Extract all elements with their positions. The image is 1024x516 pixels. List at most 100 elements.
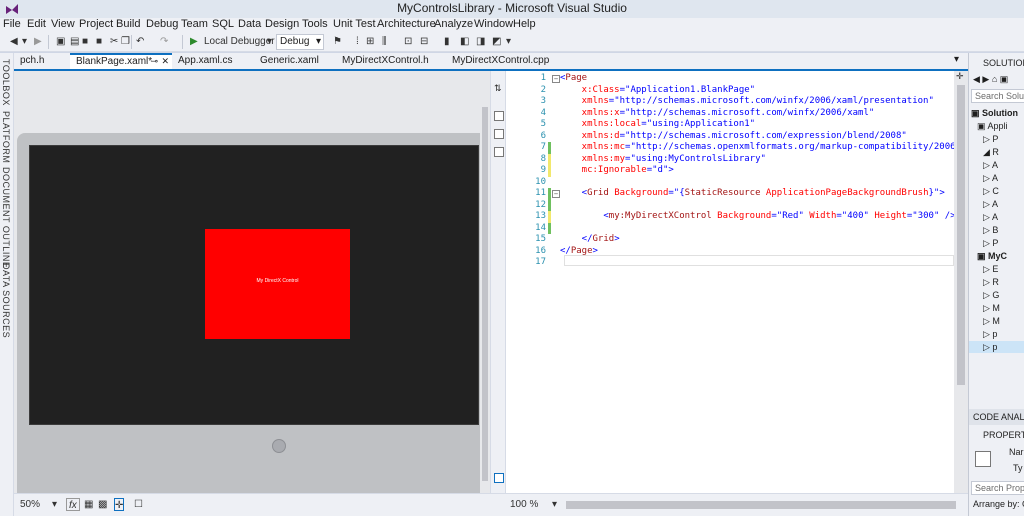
tab-mydirectxcontrol-h[interactable]: MyDirectXControl.h [336, 53, 446, 69]
back-icon[interactable]: ◀ [10, 35, 18, 49]
menu-build[interactable]: Build [116, 18, 140, 30]
save-all-icon[interactable]: ■ [96, 35, 102, 49]
menu-team[interactable]: Team [181, 18, 208, 30]
collapse-icon[interactable]: − [552, 75, 560, 83]
menu-unit-test[interactable]: Unit Test [333, 18, 376, 30]
menu-design[interactable]: Design [265, 18, 299, 30]
close-icon[interactable]: ✕ [161, 55, 169, 68]
effects-toggle-button[interactable]: fx [66, 498, 80, 511]
menu-data[interactable]: Data [238, 18, 261, 30]
undo-icon[interactable]: ↶ [136, 35, 144, 49]
collapse-pane-icon[interactable] [494, 147, 504, 157]
editor-zoom-level[interactable]: 100 % [510, 498, 538, 511]
collapse-icon[interactable]: − [552, 190, 560, 198]
code-line[interactable]: </Grid> [560, 234, 620, 244]
solution-tree-item[interactable]: ▷ A [969, 159, 1024, 171]
code-line[interactable]: xmlns:x="http://schemas.microsoft.com/wi… [560, 108, 875, 118]
code-line[interactable]: <Grid Background="{StaticResource Applic… [560, 188, 945, 198]
dropdown-arrow-icon[interactable]: ▾ [22, 35, 27, 49]
editor-vertical-scrollbar[interactable]: ✛ [954, 71, 968, 493]
menu-sql[interactable]: SQL [212, 18, 234, 30]
solution-tree-item[interactable]: ▷ M [969, 302, 1024, 314]
solution-tree-item[interactable]: ▷ M [969, 315, 1024, 327]
bookmark-icon[interactable]: ▮ [444, 35, 450, 49]
solution-tree-item[interactable]: ▷ p [969, 328, 1024, 340]
solution-tree-item[interactable]: ▷ A [969, 211, 1024, 223]
dropdown-arrow-icon[interactable]: ▾ [552, 498, 557, 511]
code-line[interactable]: xmlns:my="using:MyControlsLibrary" [560, 154, 766, 164]
open-file-icon[interactable]: ▤ [70, 35, 79, 49]
mydirectxcontrol-preview[interactable]: My DirectX Control [205, 229, 350, 339]
xaml-designer-surface[interactable]: My DirectX Control [14, 71, 490, 516]
group-icon[interactable]: ⊡ [404, 35, 412, 49]
solution-tree-item[interactable]: ▷ E [969, 263, 1024, 275]
properties-search-input[interactable]: Search Prope [971, 481, 1024, 495]
menu-architecture[interactable]: Architecture [377, 18, 436, 30]
cut-icon[interactable]: ✂ [110, 35, 118, 49]
bookmark-next-icon[interactable]: ◨ [476, 35, 485, 49]
tab-pch-h[interactable]: pch.h [14, 53, 70, 69]
solution-tree-item[interactable]: ▷ A [969, 172, 1024, 184]
xaml-code-editor[interactable]: 1− <Page 2 x:Class="Application1.BlankPage… [506, 71, 961, 493]
solution-tree-item[interactable]: ▣ MyC [969, 250, 1024, 262]
tab-app-xaml-cs[interactable]: App.xaml.cs [172, 53, 254, 69]
code-line[interactable]: xmlns:mc="http://schemas.openxmlformats.… [560, 142, 961, 152]
menu-help[interactable]: Help [513, 18, 536, 30]
solution-tree-item[interactable]: ▷ P [969, 237, 1024, 249]
forward-icon[interactable]: ▶ [34, 35, 42, 49]
menu-analyze[interactable]: Analyze [434, 18, 473, 30]
code-line[interactable]: xmlns:d="http://schemas.microsoft.com/ex… [560, 131, 907, 141]
new-project-icon[interactable]: ▣ [56, 35, 65, 49]
designer-vertical-scrollbar[interactable] [480, 71, 490, 493]
menu-project[interactable]: Project [79, 18, 113, 30]
solution-config-select[interactable]: Debug ▾ [276, 34, 324, 50]
platform-tab[interactable]: PLATFORM [1, 111, 11, 163]
debug-target-dropdown-icon[interactable]: ▾ [267, 35, 272, 49]
solution-search-input[interactable]: Search Solution [971, 89, 1024, 103]
distribute-icon[interactable]: ⫼ [382, 35, 387, 49]
solution-tree-item[interactable]: ▣ Solution [969, 107, 1024, 119]
split-editor-icon[interactable]: ✛ [956, 71, 964, 82]
toolbox-tab[interactable]: TOOLBOX [1, 59, 11, 106]
solution-tree-item[interactable]: ▷ G [969, 289, 1024, 301]
start-debug-icon[interactable]: ▶ [190, 35, 198, 49]
tab-blankpage-xaml[interactable]: BlankPage.xaml* ⊸ ✕ [70, 53, 172, 69]
copy-icon[interactable]: ❐ [121, 35, 130, 49]
swap-panes-icon[interactable]: ⇅ [494, 83, 504, 93]
snap-to-grid-icon[interactable]: ▩ [98, 498, 107, 511]
code-line[interactable]: </Page> [560, 246, 598, 256]
solution-tree-item[interactable]: ▷ p [969, 341, 1024, 353]
tab-overflow-icon[interactable]: ▾ [954, 54, 959, 65]
snap-to-snaplines-icon[interactable]: ✛ [114, 498, 125, 511]
code-line[interactable]: mc:Ignorable="d"> [560, 165, 674, 175]
scrollbar-thumb[interactable] [482, 107, 488, 481]
solution-toolbar-icons[interactable]: ◀ ▶ ⌂ ▣ [973, 74, 1008, 85]
dropdown-arrow-icon[interactable]: ▾ [52, 498, 57, 511]
solution-tree-item[interactable]: ▷ P [969, 133, 1024, 145]
menu-window[interactable]: Window [474, 18, 513, 30]
toolbar-overflow-icon[interactable]: ▾ [506, 35, 511, 49]
solution-tree-item[interactable]: ▷ A [969, 198, 1024, 210]
solution-tree-item[interactable]: ▷ C [969, 185, 1024, 197]
menu-view[interactable]: View [51, 18, 75, 30]
solution-tree-item[interactable]: ▷ B [969, 224, 1024, 236]
solution-tree-item[interactable]: ◢ R [969, 146, 1024, 158]
menu-edit[interactable]: Edit [27, 18, 46, 30]
horizontal-split-icon[interactable] [494, 129, 504, 139]
design-view-icon[interactable] [494, 473, 504, 483]
bookmark-prev-icon[interactable]: ◧ [460, 35, 469, 49]
tab-mydirectxcontrol-cpp[interactable]: MyDirectXControl.cpp [446, 53, 566, 69]
device-screen[interactable]: My DirectX Control [29, 145, 479, 425]
attach-icon[interactable]: ⚑ [333, 35, 342, 49]
grid-icon[interactable]: ▦ [84, 498, 93, 511]
horizontal-scrollbar-thumb[interactable] [566, 501, 956, 509]
zoom-level[interactable]: 50% [20, 498, 40, 511]
vertical-split-icon[interactable] [494, 111, 504, 121]
code-line[interactable]: xmlns="http://schemas.microsoft.com/winf… [560, 96, 934, 106]
scrollbar-thumb[interactable] [957, 85, 965, 385]
solution-tree-item[interactable]: ▣ Appli [969, 120, 1024, 132]
redo-icon[interactable]: ↷ [160, 35, 168, 49]
code-line[interactable]: x:Class="Application1.BlankPage" [560, 85, 755, 95]
code-line[interactable]: <Page [560, 73, 587, 83]
save-icon[interactable]: ■ [82, 35, 88, 49]
